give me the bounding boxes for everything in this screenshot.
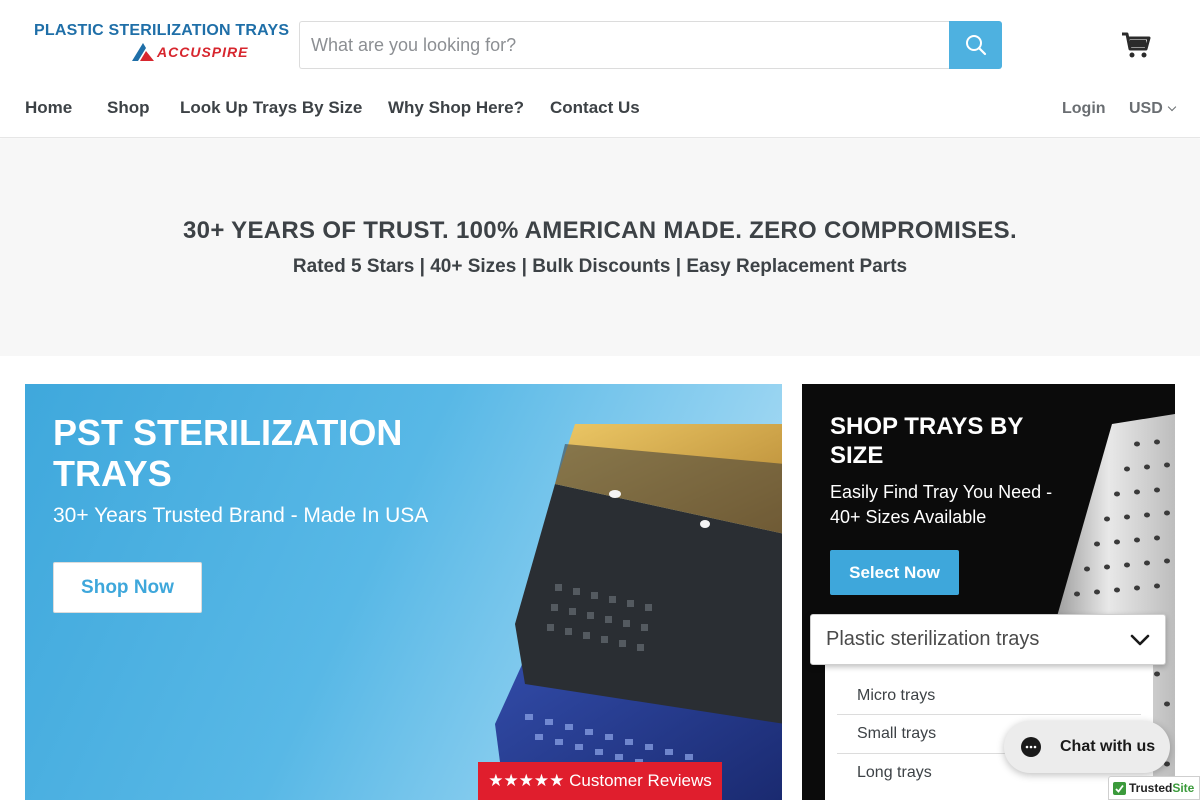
hero-slide[interactable]: PST STERILIZATION TRAYS 30+ Years Truste… [25, 384, 782, 800]
search-button[interactable] [949, 21, 1002, 69]
trustedsite-label: TrustedSite [1129, 781, 1194, 795]
nav-item-home[interactable]: Home [25, 98, 72, 118]
search-icon [965, 35, 986, 56]
search-bar [299, 21, 1002, 69]
chat-bubble-icon [1021, 737, 1041, 757]
size-promo-subtitle: Easily Find Tray You Need - 40+ Sizes Av… [830, 482, 1053, 527]
trust-banner: 30+ YEARS OF TRUST. 100% AMERICAN MADE. … [0, 139, 1200, 356]
site-logo[interactable]: PLASTIC STERILIZATION TRAYS ACCUSPIRE [34, 22, 290, 66]
nav-item-why-shop[interactable]: Why Shop Here? [388, 98, 524, 118]
header: PLASTIC STERILIZATION TRAYS ACCUSPIRE [0, 0, 1200, 90]
dropdown-option-micro[interactable]: Micro trays [837, 665, 1141, 715]
accuspire-mark-icon [132, 43, 154, 61]
cart-icon [1122, 32, 1151, 58]
banner-subtitle: Rated 5 Stars | 40+ Sizes | Bulk Discoun… [292, 256, 908, 277]
trusted-prefix: Trusted [1129, 781, 1173, 795]
main-nav: Home Shop Look Up Trays By Size Why Shop… [0, 90, 1200, 138]
logo-brand: ACCUSPIRE [132, 43, 248, 61]
checkmark-icon [1113, 781, 1126, 795]
cart-button[interactable] [1120, 29, 1152, 61]
banner-title: 30+ YEARS OF TRUST. 100% AMERICAN MADE. … [183, 217, 1017, 244]
nav-item-shop[interactable]: Shop [107, 98, 150, 118]
currency-label: USD [1129, 100, 1163, 117]
search-input[interactable] [299, 21, 949, 69]
hero-subtitle: 30+ Years Trusted Brand - Made In USA [53, 504, 429, 527]
nav-item-contact[interactable]: Contact Us [550, 98, 640, 118]
chat-label: Chat with us [1060, 738, 1156, 755]
trusted-suffix: Site [1172, 781, 1195, 795]
chat-widget-button[interactable]: Chat with us [1004, 721, 1170, 773]
dropdown-selected-value: Plastic sterilization trays [826, 628, 1040, 650]
login-link[interactable]: Login [1062, 100, 1106, 118]
select-now-button[interactable]: Select Now [830, 550, 959, 595]
chevron-down-icon [1130, 634, 1150, 645]
size-promo-title: SHOP TRAYS BY SIZE [830, 413, 1023, 469]
logo-text: PLASTIC STERILIZATION TRAYS [34, 22, 290, 39]
logo-brand-text: ACCUSPIRE [157, 44, 249, 60]
hero-title: PST STERILIZATION TRAYS [53, 412, 403, 494]
currency-selector[interactable]: USD [1129, 100, 1177, 118]
nav-item-look-up-trays[interactable]: Look Up Trays By Size [180, 98, 362, 118]
shop-now-button[interactable]: Shop Now [53, 562, 202, 613]
trustedsite-badge[interactable]: TrustedSite [1108, 776, 1200, 800]
tray-type-dropdown[interactable]: Plastic sterilization trays [810, 614, 1166, 665]
tray-image [495, 424, 782, 800]
customer-reviews-tab[interactable]: ★★★★★ Customer Reviews [478, 762, 722, 800]
chevron-down-icon [1167, 102, 1177, 112]
